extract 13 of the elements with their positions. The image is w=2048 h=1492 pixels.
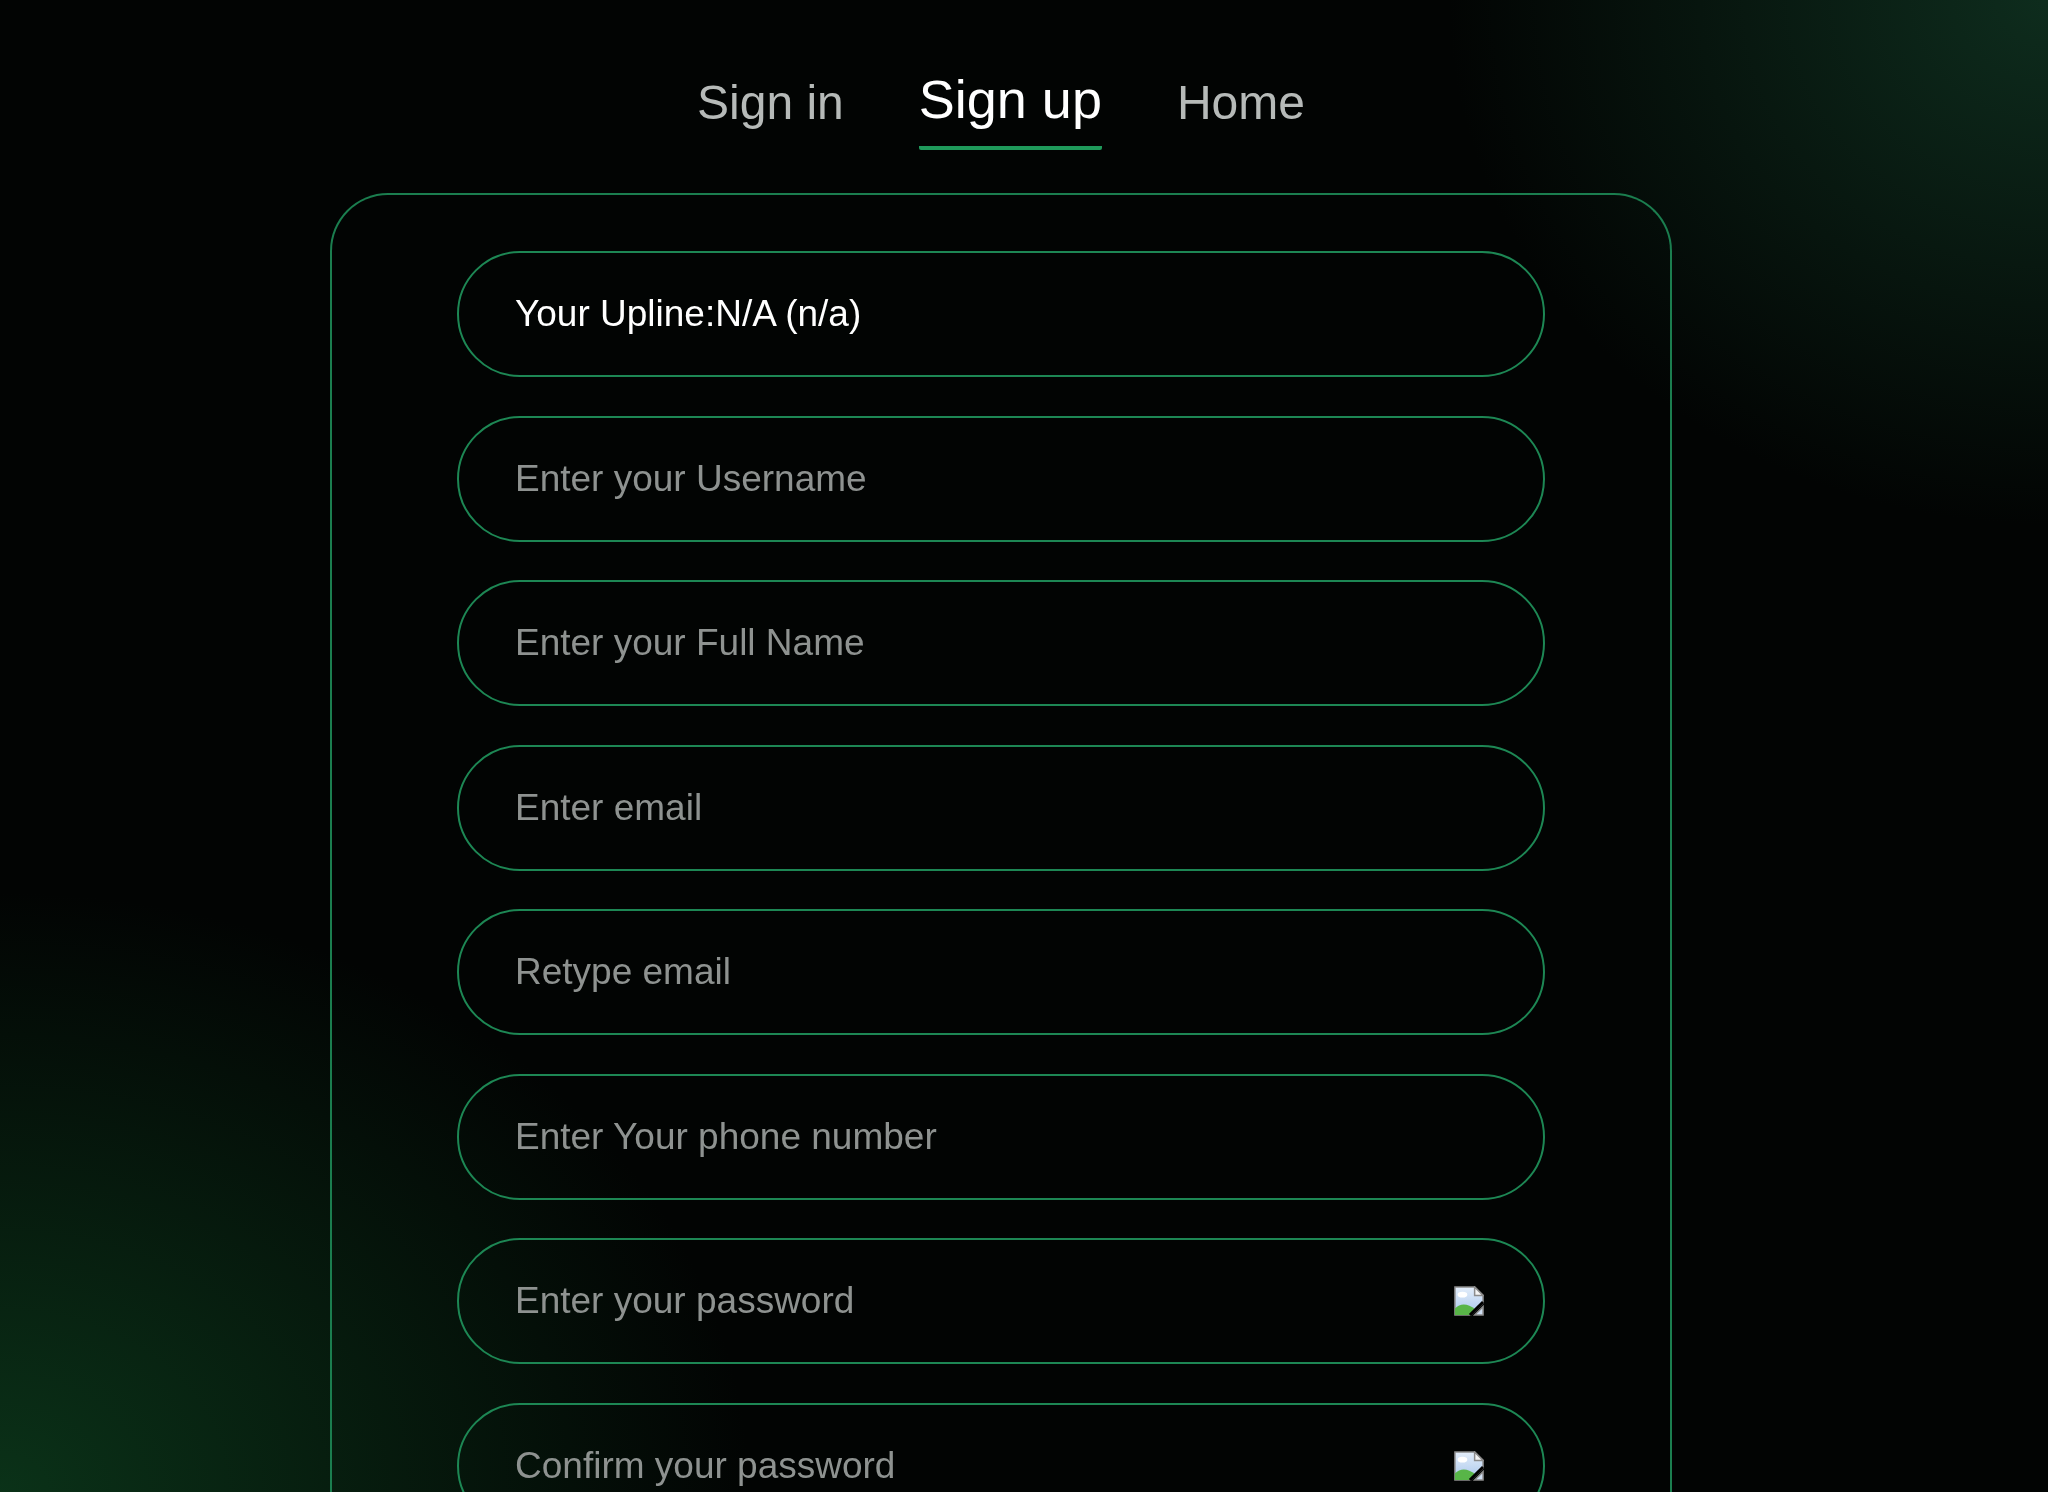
input-field[interactable]: Enter email bbox=[457, 744, 1545, 871]
broken-image-icon[interactable] bbox=[1454, 1450, 1484, 1481]
password-field[interactable]: Enter your password bbox=[457, 1238, 1545, 1364]
nav-tab[interactable]: Sign in bbox=[697, 74, 844, 150]
upline-field[interactable]: Your Upline:N/A (n/a) bbox=[457, 251, 1545, 377]
password-field[interactable]: Confirm your password bbox=[457, 1402, 1545, 1492]
nav-tab[interactable]: Home bbox=[1176, 74, 1305, 150]
input-field[interactable]: Retype email bbox=[457, 909, 1545, 1035]
input-field[interactable]: Enter your Username bbox=[457, 415, 1545, 542]
broken-image-icon[interactable] bbox=[1454, 1286, 1484, 1316]
input-field[interactable]: Enter your Full Name bbox=[457, 580, 1545, 706]
nav-tab[interactable]: Sign up bbox=[918, 67, 1102, 150]
input-field[interactable]: Enter Your phone number bbox=[457, 1073, 1545, 1200]
